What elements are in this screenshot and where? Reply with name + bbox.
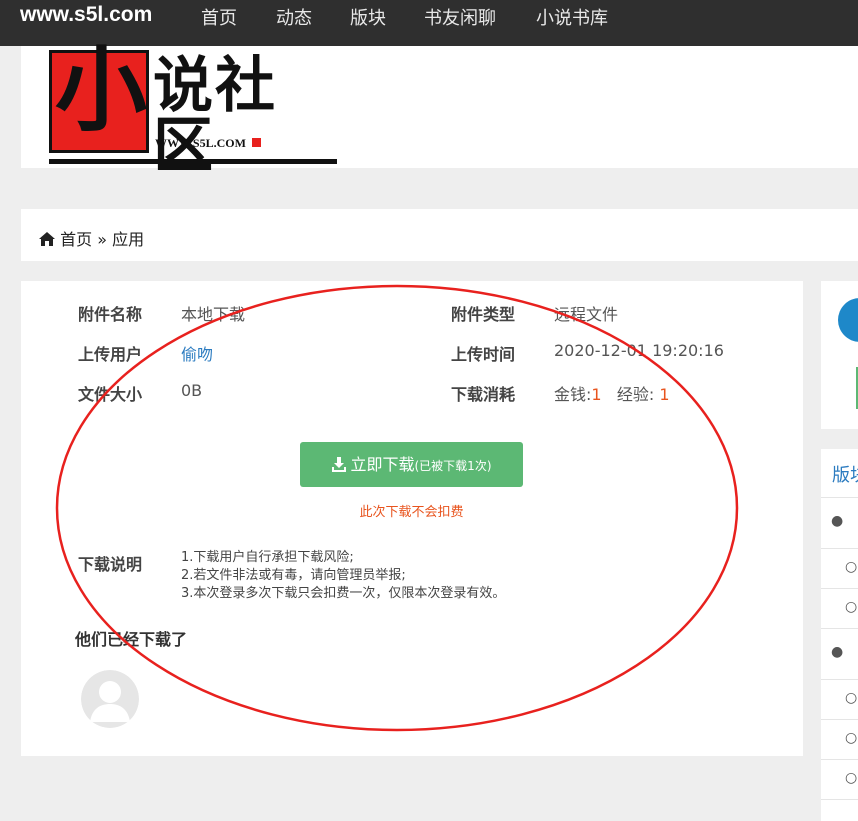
comment-icon[interactable]: ○ [845, 690, 857, 706]
comment-icon[interactable]: ○ [845, 599, 857, 615]
nav-item-chat[interactable]: 书友闲聊 [424, 4, 496, 30]
cost-exp-value: 1 [659, 385, 670, 404]
comment-icon[interactable]: ○ [845, 730, 857, 746]
file-size-label: 文件大小 [78, 385, 143, 404]
divider [821, 719, 858, 720]
default-avatar-icon [81, 670, 139, 728]
attachment-type-label: 附件类型 [451, 305, 516, 324]
comments-icon: ● [831, 644, 844, 660]
download-count: (已被下载1次) [414, 459, 492, 473]
cost-money-label: 金钱: [554, 385, 592, 404]
attachment-type-value: 远程文件 [554, 305, 619, 324]
breadcrumb-current: 应用 [112, 230, 145, 249]
instructions-label: 下载说明 [78, 555, 143, 574]
logo-underline [49, 159, 337, 164]
uploader-label: 上传用户 [78, 345, 143, 364]
nav-item-activity[interactable]: 动态 [276, 4, 312, 30]
download-icon [332, 457, 347, 472]
home-icon [39, 232, 55, 246]
instructions-text: 1.下载用户自行承担下载风险; 2.若文件非法或有毒，请向管理员举报; 3.本次… [181, 549, 505, 603]
divider [821, 679, 858, 680]
comment-icon[interactable]: ○ [845, 770, 857, 786]
site-logo[interactable]: 小 说社区 WWW.S5L.COM [49, 44, 337, 176]
uploader-link[interactable]: 偷吻 [181, 341, 213, 365]
cost-exp-label: 经验: [616, 385, 655, 404]
file-size-value: 0B [181, 381, 203, 400]
nav-item-library[interactable]: 小说书库 [536, 4, 608, 30]
attachment-card: 附件名称 本地下载 附件类型 远程文件 上传用户 偷吻 上传时间 2020-12… [21, 281, 803, 756]
divider [821, 548, 858, 549]
instruction-line: 1.下载用户自行承担下载风险; [181, 550, 354, 565]
download-note: 此次下载不会扣费 [359, 505, 464, 520]
divider [821, 588, 858, 589]
divider [821, 759, 858, 760]
upload-time-value: 2020-12-01 19:20:16 [554, 341, 724, 360]
site-brand-link[interactable]: www.s5l.com [20, 3, 152, 27]
logo-url: WWW.S5L.COM [155, 136, 261, 151]
divider [821, 497, 858, 498]
breadcrumb-home-link[interactable]: 首页 [60, 230, 92, 249]
nav-item-forums[interactable]: 版块 [350, 4, 386, 30]
download-now-button[interactable]: 立即下载(已被下载1次) [300, 442, 523, 487]
instruction-line: 2.若文件非法或有毒，请向管理员举报; [181, 568, 406, 583]
sidebar-user-card [821, 281, 858, 429]
breadcrumb-separator: » [97, 230, 107, 249]
logo-big-char: 小 [55, 36, 148, 144]
divider [821, 799, 858, 800]
cost-money-value: 1 [591, 385, 602, 404]
attachment-name-value: 本地下载 [181, 305, 246, 324]
user-avatar[interactable] [81, 670, 139, 728]
download-cost-label: 下载消耗 [451, 385, 516, 404]
breadcrumb: 首页 » 应用 [21, 209, 858, 261]
upload-time-label: 上传时间 [451, 345, 516, 364]
download-button-label: 立即下载 [350, 455, 415, 474]
attachment-name-label: 附件名称 [78, 305, 143, 324]
logo-bar: 小 说社区 WWW.S5L.COM [21, 44, 858, 176]
instruction-line: 3.本次登录多次下载只会扣费一次，仅限本次登录有效。 [181, 586, 506, 601]
downloaded-users-title: 他们已经下载了 [75, 630, 188, 649]
divider [821, 628, 858, 629]
comment-icon[interactable]: ○ [845, 559, 857, 575]
sidebar-forums-heading: 版块 [832, 465, 858, 486]
nav-item-home[interactable]: 首页 [201, 4, 237, 30]
comments-icon: ● [831, 513, 844, 529]
download-cost-value: 金钱:1 经验: 1 [554, 381, 670, 405]
sidebar-forums-card: 版块 ● ○ ○ ● ○ ○ ○ [821, 449, 858, 821]
sidebar-avatar[interactable] [838, 298, 858, 342]
logo-title-chars: 说社区 [153, 51, 277, 181]
